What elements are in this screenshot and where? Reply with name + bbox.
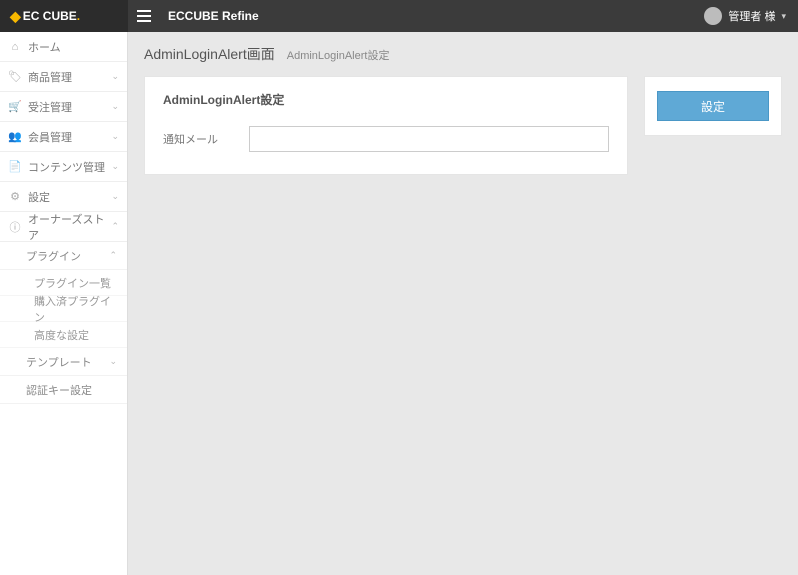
main-content: AdminLoginAlert画面 AdminLoginAlert設定 Admi… — [128, 32, 798, 575]
gear-icon: ⚙ — [8, 190, 22, 204]
chevron-down-icon: ⌄ — [111, 101, 119, 112]
app-title: ECCUBE Refine — [168, 9, 259, 23]
sidebar-item-label: 受注管理 — [28, 99, 111, 115]
sidebar-item-settings[interactable]: ⚙ 設定 ⌄ — [0, 182, 127, 212]
sidebar-subitem-label: テンプレート — [26, 354, 109, 370]
sidebar-subitem-purchased-plugin[interactable]: 購入済プラグイン — [0, 296, 127, 322]
sidebar-item-products[interactable]: 🏷 商品管理 ⌄ — [0, 62, 127, 92]
users-icon: 👥 — [8, 130, 22, 144]
top-header: ◆ EC CUBE . ECCUBE Refine 管理者 様 ▾ — [0, 0, 798, 32]
sidebar-item-members[interactable]: 👥 会員管理 ⌄ — [0, 122, 127, 152]
sidebar-subitem-label: 認証キー設定 — [26, 382, 117, 398]
sidebar-item-label: オーナーズストア — [28, 211, 111, 243]
file-icon: 📄 — [8, 160, 22, 174]
chevron-up-icon: ⌃ — [109, 250, 117, 261]
chevron-down-icon: ⌄ — [111, 191, 119, 202]
field-row-notify-mail: 通知メール — [163, 126, 609, 152]
logo-mark-icon: ◆ — [10, 8, 21, 25]
sidebar-subitem-plugin[interactable]: プラグイン ⌃ — [0, 242, 127, 270]
chevron-down-icon: ⌄ — [111, 161, 119, 172]
sidebar-item-contents[interactable]: 📄 コンテンツ管理 ⌄ — [0, 152, 127, 182]
logo-dot-icon: . — [77, 9, 80, 23]
sidebar-item-label: 商品管理 — [28, 69, 111, 85]
submit-button[interactable]: 設定 — [657, 91, 769, 121]
chevron-down-icon: ▾ — [781, 11, 786, 22]
sidebar-subitem-label: プラグイン — [26, 248, 109, 264]
page-subtitle: AdminLoginAlert設定 — [287, 47, 390, 63]
sidebar-subitem-authkey[interactable]: 認証キー設定 — [0, 376, 127, 404]
user-menu-button[interactable]: 管理者 様 ▾ — [692, 7, 798, 25]
user-label: 管理者 様 — [728, 8, 775, 24]
home-icon: ⌂ — [8, 40, 22, 54]
logo[interactable]: ◆ EC CUBE . — [0, 0, 128, 32]
panel-heading: AdminLoginAlert設定 — [163, 91, 609, 108]
chevron-down-icon: ⌄ — [109, 356, 117, 367]
sidebar-subitem-label: プラグイン一覧 — [34, 275, 111, 291]
sidebar-item-home[interactable]: ⌂ ホーム — [0, 32, 127, 62]
hamburger-icon — [136, 8, 152, 24]
menu-toggle-button[interactable] — [128, 0, 160, 32]
avatar-icon — [704, 7, 722, 25]
notify-mail-input[interactable] — [249, 126, 609, 152]
sidebar-subitem-label: 購入済プラグイン — [34, 293, 117, 325]
settings-panel: AdminLoginAlert設定 通知メール — [144, 76, 628, 175]
field-label: 通知メール — [163, 131, 233, 147]
sidebar-item-label: ホーム — [28, 39, 119, 55]
sidebar: ⌂ ホーム 🏷 商品管理 ⌄ 🛒 受注管理 ⌄ 👥 会員管理 ⌄ 📄 コンテンツ… — [0, 32, 128, 575]
breadcrumb: AdminLoginAlert画面 AdminLoginAlert設定 — [144, 44, 782, 64]
sidebar-item-orders[interactable]: 🛒 受注管理 ⌄ — [0, 92, 127, 122]
chevron-down-icon: ⌄ — [111, 131, 119, 142]
logo-text: EC CUBE — [23, 9, 77, 23]
chevron-up-icon: ⌃ — [111, 221, 119, 232]
actions-panel: 設定 — [644, 76, 782, 136]
chevron-down-icon: ⌄ — [111, 71, 119, 82]
sidebar-item-owners-store[interactable]: ⓘ オーナーズストア ⌃ — [0, 212, 127, 242]
sidebar-subitem-template[interactable]: テンプレート ⌄ — [0, 348, 127, 376]
tag-icon: 🏷 — [8, 70, 22, 84]
sidebar-subitem-label: 高度な設定 — [34, 327, 89, 343]
cart-icon: 🛒 — [8, 100, 22, 114]
info-icon: ⓘ — [8, 220, 22, 234]
sidebar-item-label: 会員管理 — [28, 129, 111, 145]
sidebar-subitem-advanced[interactable]: 高度な設定 — [0, 322, 127, 348]
sidebar-item-label: コンテンツ管理 — [28, 159, 111, 175]
sidebar-item-label: 設定 — [28, 189, 111, 205]
page-title: AdminLoginAlert画面 — [144, 44, 275, 64]
